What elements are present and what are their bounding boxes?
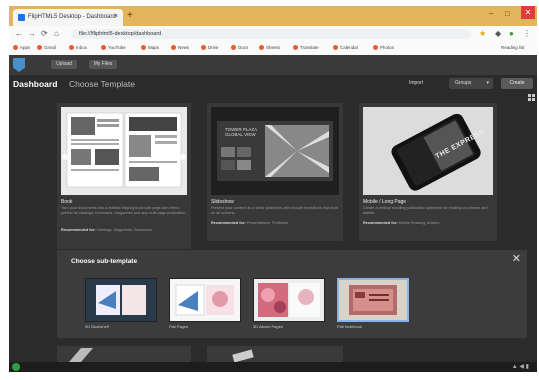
book-thumbnail [61,107,187,195]
slideshow-thumbnail: TOWER PLAZA GLOBAL VIEW [211,107,339,195]
browser-window: FlipHTML5 Desktop - Dashboard × + – □ ✕ … [9,6,537,372]
template-card-partial[interactable] [57,346,191,362]
sub-template-label: Flat Notebook [337,324,362,329]
reload-icon[interactable]: ⟳ [41,29,48,38]
sub-template-thumbnail [337,278,409,322]
group-select-value: Groups [455,80,472,86]
sub-template-thumbnail [253,278,325,322]
sub-template-label: 3D Album Pages [253,324,283,329]
template-recommended: Recommended for: Mobile Reading, Article… [363,221,440,225]
group-select[interactable]: Groups ▾ [449,78,493,89]
template-title: Slideshow [211,199,234,205]
url-input[interactable]: file:///fliphtml5-desktop/dashboard [71,29,471,39]
sub-template-title: Choose sub-template [71,258,138,265]
start-icon[interactable] [12,363,20,371]
extension-icon[interactable]: ◆ [495,29,501,38]
sub-template-item[interactable]: 3D Album Pages [253,278,325,329]
template-title: Book [61,199,73,205]
bookmark-item[interactable]: Inbox [69,45,87,51]
sub-template-thumbnail [169,278,241,322]
app-header: Upload My Files [9,55,537,75]
slideshow-thumb-text: TOWER PLAZA GLOBAL VIEW [225,127,257,137]
sub-template-panel: Choose sub-template ✕ 3D Bookshelf Flat … [57,250,527,338]
template-card-slideshow[interactable]: TOWER PLAZA GLOBAL VIEW Slideshow Presen… [207,103,343,241]
profile-icon[interactable]: ● [509,29,514,38]
sub-template-item[interactable]: Flat Pages [169,278,241,329]
breadcrumb-dashboard[interactable]: Dashboard [13,79,57,89]
bookmark-item[interactable]: Calendar [333,45,358,51]
chevron-down-icon: ▾ [486,80,489,86]
bookmark-item[interactable]: Translate [293,45,319,51]
import-button[interactable]: Import [409,80,423,86]
template-card-partial[interactable] [207,346,343,362]
template-description: Present your content as a sleek slidesho… [211,206,339,215]
page-title: Choose Template [69,79,135,89]
upload-button[interactable]: Upload [51,60,77,69]
my-files-button[interactable]: My Files [89,60,117,69]
home-icon[interactable]: ⌂ [54,29,59,38]
close-icon[interactable]: ✕ [512,252,521,265]
bookmark-item[interactable]: Apps [13,45,30,51]
address-bar-row: ← → ⟳ ⌂ file:///fliphtml5-desktop/dashbo… [9,26,537,43]
bookmark-item[interactable]: News [171,45,189,51]
app-logo-icon [13,58,25,72]
sub-template-item[interactable]: Flat Notebook [337,278,409,329]
template-description: Turn your documents into a realistic fli… [61,206,187,215]
tab-favicon-icon [18,14,25,21]
template-recommended: Recommended for: Catalogs, Magazines, Br… [61,228,152,232]
bookmarks-bar: Apps Gmail Inbox YouTube Maps News Drive… [9,42,537,56]
create-button[interactable]: Create [501,78,533,89]
bookmark-item[interactable]: Gmail [37,45,56,51]
bookmark-item[interactable]: Maps [141,45,159,51]
sub-template-label: Flat Pages [169,324,189,329]
template-card-mobile[interactable]: THE EXPRESS Mobile / Long Page Create a … [359,103,497,241]
tab-close-icon[interactable]: × [114,13,118,20]
minimize-button[interactable]: – [489,9,493,18]
sub-template-item[interactable]: 3D Bookshelf [85,278,157,329]
bookmark-item[interactable]: YouTube [101,45,126,51]
template-description: Create a vertical scrolling publication … [363,206,488,215]
forward-icon[interactable]: → [28,29,36,38]
menu-icon[interactable]: ⋮ [523,29,531,38]
tab-title: FlipHTML5 Desktop - Dashboard [28,14,116,20]
bookmark-item[interactable]: Sheets [259,45,280,51]
os-taskbar: ▲ ◀ ▮ [9,362,537,372]
tab-bar: FlipHTML5 Desktop - Dashboard × + – □ ✕ [9,6,537,26]
bookmark-item[interactable]: Drive [201,45,219,51]
star-icon[interactable]: ★ [479,29,486,38]
reading-list[interactable]: Reading list [501,45,525,50]
new-tab-button[interactable]: + [127,10,133,21]
close-window-button[interactable]: ✕ [521,6,535,19]
back-icon[interactable]: ← [15,29,23,38]
grid-view-icon[interactable] [528,94,535,101]
bookmark-item[interactable]: Photos [373,45,394,51]
maximize-button[interactable]: □ [505,9,510,18]
mobile-thumbnail: THE EXPRESS [363,107,493,195]
sub-template-thumbnail [85,278,157,322]
sub-template-label: 3D Bookshelf [85,324,109,329]
template-title: Mobile / Long Page [363,199,407,205]
page-toolbar: Dashboard Choose Template Import Groups … [9,75,537,93]
template-recommended: Recommended for: Presentations, Portfoli… [211,221,288,225]
bookmark-item[interactable]: Docs [231,45,248,51]
tray-icons: ▲ ◀ ▮ [511,364,529,370]
template-card-book[interactable]: Book Turn your documents into a realisti… [57,103,191,249]
browser-tab[interactable]: FlipHTML5 Desktop - Dashboard × [13,9,123,26]
